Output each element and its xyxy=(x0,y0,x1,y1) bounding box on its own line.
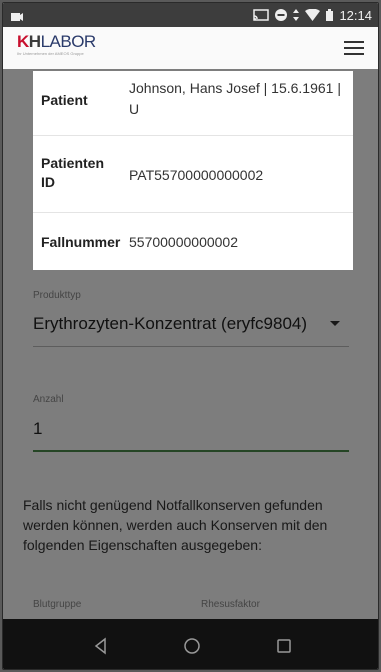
home-circle-icon[interactable] xyxy=(181,635,203,657)
do-not-disturb-icon xyxy=(275,9,288,21)
count-label: Anzahl xyxy=(33,394,64,405)
logo-subtitle: Ihr Unternehmen der AMEOS Gruppe xyxy=(17,51,84,56)
status-time: 12:14 xyxy=(339,7,372,23)
patient-info-card: Patient Johnson, Hans Josef | 15.6.1961 … xyxy=(33,71,353,270)
recents-square-icon[interactable] xyxy=(273,635,295,657)
input-underline xyxy=(33,450,349,452)
card-row-patient: Patient Johnson, Hans Josef | 15.6.1961 … xyxy=(33,71,353,136)
data-transfer-icon xyxy=(293,9,300,21)
blood-group-label: Blutgruppe xyxy=(33,599,82,610)
back-triangle-icon[interactable] xyxy=(90,635,112,657)
chevron-down-icon[interactable] xyxy=(330,321,340,326)
case-number-key: Fallnummer xyxy=(41,234,121,250)
hamburger-menu-icon[interactable] xyxy=(344,41,364,55)
case-number-value: 55700000000002 xyxy=(129,234,239,250)
product-type-select[interactable]: Erythrozyten-Konzentrat (eryfc9804) xyxy=(33,314,307,334)
patient-key: Patient xyxy=(41,92,88,108)
product-type-label: Produkttyp xyxy=(33,290,81,301)
count-input[interactable]: 1 xyxy=(33,419,42,439)
select-underline xyxy=(33,346,349,347)
wifi-icon xyxy=(305,9,321,21)
patient-id-value: PAT55700000000002 xyxy=(129,167,264,183)
battery-icon xyxy=(326,9,334,21)
card-row-patient-id: Patienten ID PAT55700000000002 xyxy=(33,136,353,213)
patient-id-key: Patienten ID xyxy=(41,155,105,190)
card-row-case-number: Fallnummer 55700000000002 xyxy=(33,213,353,270)
app-bar: KHLABOR Ihr Unternehmen der AMEOS Gruppe xyxy=(3,27,378,69)
rhesus-label: Rhesusfaktor xyxy=(201,599,260,610)
status-bar: 12:14 xyxy=(3,3,378,27)
cast-icon xyxy=(253,9,270,21)
notification-icon xyxy=(11,9,23,21)
phone-screen: 12:14 KHLABOR Ihr Unternehmen der AMEOS … xyxy=(2,2,379,670)
info-text: Falls nicht genügend Notfallkonserven ge… xyxy=(23,497,328,553)
khlabor-logo[interactable]: KHLABOR Ihr Unternehmen der AMEOS Gruppe xyxy=(17,32,96,56)
patient-value: Johnson, Hans Josef | 15.6.1961 | U xyxy=(129,80,341,117)
navigation-bar xyxy=(3,619,378,669)
